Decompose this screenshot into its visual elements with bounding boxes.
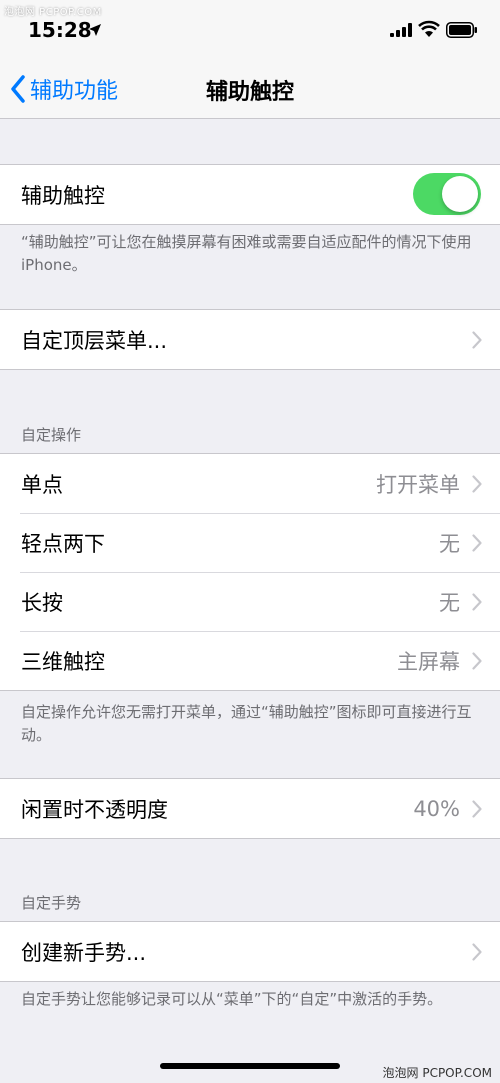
action-label: 三维触控 bbox=[21, 649, 105, 674]
action-label: 长按 bbox=[21, 590, 63, 615]
action-value: 打开菜单 bbox=[376, 472, 460, 497]
home-indicator[interactable] bbox=[160, 1063, 340, 1069]
create-gesture-row[interactable]: 创建新手势... bbox=[0, 922, 500, 981]
wifi-icon bbox=[418, 20, 440, 37]
action-row-long-press[interactable]: 长按 无 bbox=[0, 572, 500, 631]
action-label: 单点 bbox=[21, 472, 63, 497]
chevron-right-icon bbox=[472, 799, 482, 818]
chevron-right-icon bbox=[472, 533, 482, 552]
status-time: 15:28 bbox=[28, 18, 92, 42]
nav-bar: 辅助功能 辅助触控 bbox=[0, 60, 500, 119]
custom-menu-group: 自定顶层菜单... bbox=[0, 309, 500, 370]
signal-icon bbox=[390, 23, 412, 37]
chevron-right-icon bbox=[472, 592, 482, 611]
custom-gestures-header: 自定手势 bbox=[21, 894, 82, 912]
custom-actions-header: 自定操作 bbox=[21, 426, 82, 444]
custom-menu-row[interactable]: 自定顶层菜单... bbox=[0, 310, 500, 369]
action-row-3d-touch[interactable]: 三维触控 主屏幕 bbox=[0, 631, 500, 690]
custom-actions-footer: 自定操作允许您无需打开菜单，通过“辅助触控”图标即可直接进行互动。 bbox=[21, 703, 472, 744]
watermark-bottom: 泡泡网 PCPOP.COM bbox=[382, 1066, 492, 1080]
idle-opacity-row[interactable]: 闲置时不透明度 40% bbox=[0, 779, 500, 838]
custom-gestures-group: 创建新手势... bbox=[0, 921, 500, 982]
custom-actions-group: 单点 打开菜单 轻点两下 无 长按 无 三维触控 主屏幕 bbox=[0, 453, 500, 691]
chevron-right-icon bbox=[472, 474, 482, 493]
create-gesture-label: 创建新手势... bbox=[21, 940, 147, 965]
idle-opacity-value: 40% bbox=[413, 796, 460, 821]
toggle-knob bbox=[442, 176, 478, 212]
custom-gestures-footer: 自定手势让您能够记录可以从“菜单”下的“自定”中激活的手势。 bbox=[21, 990, 443, 1008]
action-label: 轻点两下 bbox=[21, 531, 105, 556]
action-value: 无 bbox=[439, 531, 460, 556]
chevron-right-icon bbox=[472, 651, 482, 670]
idle-opacity-group: 闲置时不透明度 40% bbox=[0, 778, 500, 839]
assistive-touch-row: 辅助触控 bbox=[0, 165, 500, 224]
battery-icon bbox=[446, 22, 477, 38]
chevron-right-icon bbox=[472, 330, 482, 349]
action-row-double-tap[interactable]: 轻点两下 无 bbox=[0, 513, 500, 572]
page-title: 辅助触控 bbox=[205, 80, 294, 105]
chevron-right-icon bbox=[472, 942, 482, 961]
assistive-touch-footer: “辅助触控”可让您在触摸屏幕有困难或需要自适应配件的情况下使用 iPhone。 bbox=[21, 233, 472, 274]
assistive-touch-toggle[interactable] bbox=[413, 173, 481, 215]
idle-opacity-label: 闲置时不透明度 bbox=[21, 797, 168, 822]
action-value: 无 bbox=[439, 590, 460, 615]
action-value: 主屏幕 bbox=[397, 649, 460, 674]
action-row-single-tap[interactable]: 单点 打开菜单 bbox=[0, 454, 500, 513]
location-arrow-icon bbox=[89, 24, 101, 36]
assistive-touch-group: 辅助触控 bbox=[0, 164, 500, 225]
watermark-top: 泡泡网 PCPOP.COM bbox=[4, 7, 102, 18]
custom-menu-label: 自定顶层菜单... bbox=[21, 328, 168, 353]
